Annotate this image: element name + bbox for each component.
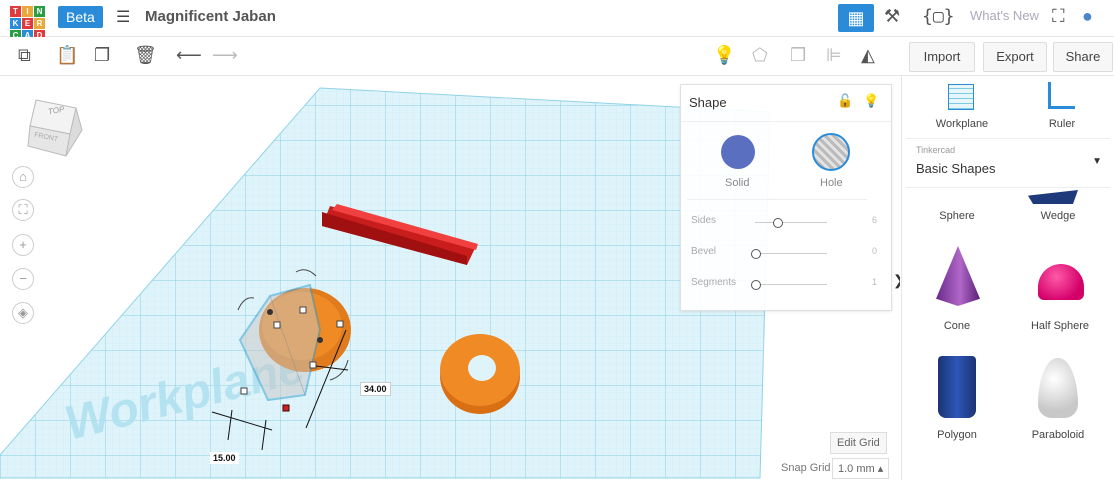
copy-icon[interactable]: ⧉	[18, 45, 31, 66]
project-list-icon[interactable]: ☰	[116, 7, 130, 27]
solid-swatch[interactable]	[721, 135, 755, 169]
segments-slider[interactable]	[751, 280, 827, 290]
sides-slider[interactable]	[755, 218, 827, 228]
tinker-pick-icon[interactable]: ⚒	[884, 6, 900, 27]
view-cube[interactable]: TOP FRONT	[24, 94, 88, 158]
undo-icon[interactable]: ⟵	[176, 45, 202, 66]
dropdown-arrow-icon: ▼	[1092, 156, 1102, 167]
paraboloid-thumbnail[interactable]	[1038, 358, 1078, 418]
category-caption: Tinkercad	[916, 145, 956, 155]
sides-slider-handle[interactable]	[773, 218, 783, 228]
bevel-slider[interactable]	[751, 249, 827, 259]
delete-icon[interactable]: 🗑	[134, 45, 157, 66]
home-view-icon[interactable]: ⌂	[12, 166, 34, 188]
beta-badge[interactable]: Beta	[58, 6, 103, 28]
logo-letter: R	[34, 18, 45, 29]
code-blocks-icon[interactable]: {▢}	[922, 6, 955, 27]
snap-grid-select[interactable]: 1.0 mm ▴	[832, 458, 890, 479]
bevel-slider-handle[interactable]	[751, 249, 761, 259]
perspective-icon[interactable]: ◈	[12, 302, 34, 324]
ungroup-icon[interactable]: ❒	[790, 45, 806, 66]
import-button[interactable]: Import	[909, 42, 975, 72]
add-user-icon[interactable]: ⛶	[1052, 6, 1065, 27]
export-button[interactable]: Export	[983, 42, 1047, 72]
collapse-panel-chevron-icon[interactable]: ❯	[893, 272, 900, 289]
snap-grid-label: Snap Grid	[781, 462, 831, 474]
zoom-out-icon[interactable]: −	[12, 268, 34, 290]
top-bar: TINKERCAD Beta ☰ Magnificent Jaban ▦ ⚒ {…	[0, 0, 1114, 41]
edit-toolbar: ⧉ 📋 ❐ 🗑 ⟵ ⟶ 💡 ⬠ ❒ ⊫ ◭ Import Export Shar…	[0, 37, 1114, 76]
depth-dimension-label[interactable]: 34.00	[360, 382, 391, 396]
width-dimension-label[interactable]: 15.00	[210, 452, 239, 464]
shape-wedge-label[interactable]: Wedge	[1008, 210, 1108, 222]
shape-category-dropdown[interactable]: Tinkercad Basic Shapes ▼	[906, 138, 1110, 188]
zoom-in-icon[interactable]: +	[12, 234, 34, 256]
logo-letter: I	[22, 6, 33, 17]
align-icon[interactable]: ⊫	[826, 45, 842, 66]
workplane-tool-icon[interactable]	[948, 84, 974, 110]
logo-letter: T	[10, 6, 21, 17]
category-value: Basic Shapes	[916, 161, 996, 176]
shape-sphere-label[interactable]: Sphere	[907, 210, 1007, 222]
redo-icon[interactable]: ⟶	[212, 45, 238, 66]
segments-label: Segments	[691, 277, 737, 288]
sides-value[interactable]: 6	[872, 215, 877, 225]
hole-label: Hole	[820, 177, 843, 189]
light-bulb-icon[interactable]: 💡	[863, 93, 879, 109]
logo-letter: E	[22, 18, 33, 29]
solid-label: Solid	[725, 177, 750, 189]
bevel-label: Bevel	[691, 246, 717, 257]
ruler-icon[interactable]	[1048, 82, 1075, 109]
polygon-thumbnail[interactable]	[938, 356, 976, 418]
shape-library-panel: Workplane Ruler Tinkercad Basic Shapes ▼…	[901, 76, 1114, 480]
tinkercad-logo[interactable]: TINKERCAD	[10, 6, 45, 41]
fit-view-icon[interactable]: ⛶	[12, 199, 34, 221]
shape-cone-label[interactable]: Cone	[907, 320, 1007, 332]
wedge-thumbnail-edge[interactable]	[1028, 190, 1078, 204]
shape-inspector: Shape 🔓 💡 Solid Hole Sides 6 Bevel 0 Seg…	[680, 84, 892, 311]
shape-half-sphere-label[interactable]: Half Sphere	[1010, 320, 1110, 332]
workplane-tool-label[interactable]: Workplane	[912, 118, 1012, 130]
shape-paraboloid-label[interactable]: Paraboloid	[1008, 429, 1108, 441]
orange-torus-shape[interactable]	[440, 334, 520, 414]
segments-slider-handle[interactable]	[751, 280, 761, 290]
group-icon[interactable]: ⬠	[752, 45, 768, 66]
project-title[interactable]: Magnificent Jaban	[145, 8, 276, 25]
lock-icon[interactable]: 🔓	[837, 93, 853, 109]
3d-view-grid-icon[interactable]: ▦	[838, 4, 874, 32]
cone-thumbnail[interactable]	[936, 246, 980, 306]
share-button[interactable]: Share	[1053, 42, 1113, 72]
paste-icon[interactable]: 📋	[56, 45, 78, 66]
mirror-icon[interactable]: ◭	[861, 45, 875, 66]
light-bulb-icon[interactable]: 💡	[713, 45, 735, 66]
hole-swatch[interactable]	[812, 133, 850, 171]
half-sphere-thumbnail[interactable]	[1038, 264, 1084, 300]
shape-polygon-label[interactable]: Polygon	[907, 429, 1007, 441]
sides-label: Sides	[691, 215, 717, 226]
duplicate-icon[interactable]: ❐	[94, 45, 110, 66]
segments-value[interactable]: 1	[872, 277, 877, 287]
logo-letter: N	[34, 6, 45, 17]
ruler-label[interactable]: Ruler	[1012, 118, 1112, 130]
logo-letter: K	[10, 18, 21, 29]
avatar[interactable]: ●	[1082, 6, 1093, 27]
bevel-value[interactable]: 0	[872, 246, 877, 256]
whats-new-link[interactable]: What's New	[970, 8, 1039, 23]
edit-grid-button[interactable]: Edit Grid	[830, 432, 887, 454]
shape-inspector-title: Shape	[689, 95, 727, 110]
